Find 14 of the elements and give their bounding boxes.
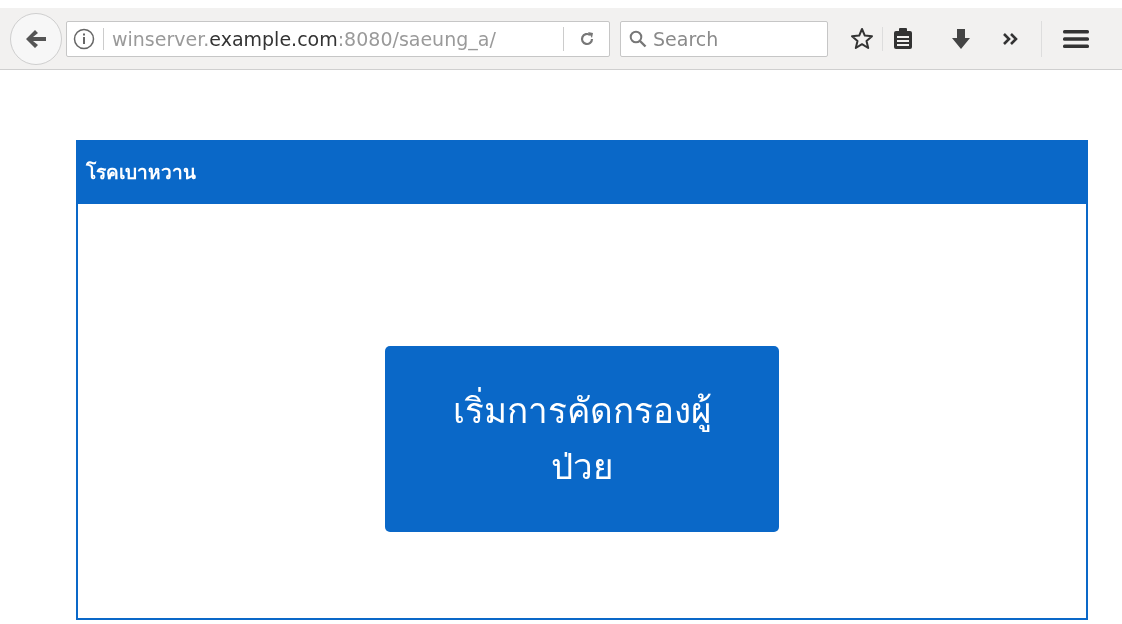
panel-title: โรคเบาหวาน xyxy=(86,160,196,185)
star-icon xyxy=(850,26,874,51)
info-icon xyxy=(73,27,95,50)
chevron-icon xyxy=(1002,31,1020,46)
back-arrow-icon xyxy=(25,28,47,49)
clipboard-icon xyxy=(892,26,914,51)
address-bar[interactable]: winserver.example.com:8080/saeung_a/ xyxy=(66,20,610,57)
search-field[interactable]: Search xyxy=(620,20,828,57)
download-arrow-icon xyxy=(951,27,971,50)
url-text: winserver.example.com:8080/saeung_a/ xyxy=(103,27,563,50)
search-icon xyxy=(629,29,647,48)
search-input[interactable]: Search xyxy=(653,27,813,50)
start-screening-button[interactable]: เริ่มการคัดกรองผู้ป่วย xyxy=(385,346,779,532)
menu-icon xyxy=(1063,28,1089,49)
